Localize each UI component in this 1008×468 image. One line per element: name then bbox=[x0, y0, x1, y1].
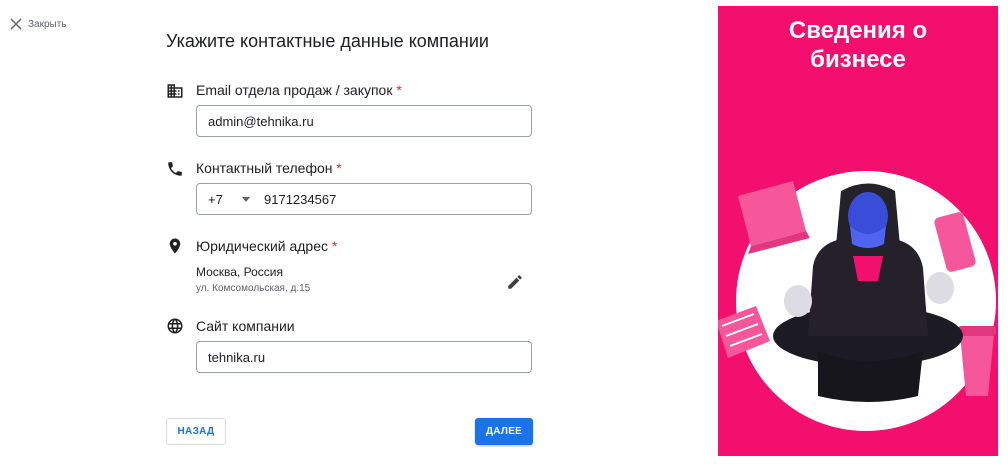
location-pin-icon bbox=[169, 238, 181, 254]
close-icon bbox=[10, 18, 22, 30]
promo-title-line2: бизнесе bbox=[810, 46, 906, 73]
page-title: Укажите контактные данные компании bbox=[166, 31, 489, 51]
close-label: Закрыть bbox=[28, 18, 67, 30]
email-value: admin@tehnika.ru bbox=[208, 113, 314, 129]
next-button[interactable]: ДАЛЕЕ bbox=[475, 418, 533, 445]
promo-panel: Сведения о бизнесе bbox=[718, 6, 998, 456]
phone-input[interactable]: 9171234567 bbox=[264, 192, 336, 207]
pencil-icon[interactable] bbox=[506, 273, 524, 291]
address-street: ул. Комсомольская, д.15 bbox=[196, 283, 311, 294]
website-field[interactable]: tehnika.ru bbox=[196, 341, 532, 373]
email-label: Email отдела продаж / закупок * bbox=[196, 82, 402, 98]
phone-label: Контактный телефон * bbox=[196, 160, 342, 176]
website-label: Сайт компании bbox=[196, 318, 295, 334]
address-label: Юридический адрес * bbox=[196, 238, 337, 254]
country-code-select[interactable]: +7 bbox=[208, 192, 242, 207]
email-field[interactable]: admin@tehnika.ru bbox=[196, 105, 532, 137]
promo-title: Сведения о бизнесе bbox=[718, 16, 998, 74]
close-button[interactable]: Закрыть bbox=[10, 18, 67, 30]
required-mark: * bbox=[396, 82, 402, 98]
phone-icon bbox=[168, 162, 182, 176]
promo-title-line1: Сведения о bbox=[788, 17, 928, 44]
address-city: Москва, Россия bbox=[196, 265, 283, 279]
globe-icon bbox=[167, 318, 183, 334]
dropdown-arrow-icon[interactable] bbox=[242, 196, 250, 202]
address-label-text: Юридический адрес bbox=[196, 238, 329, 254]
website-value: tehnika.ru bbox=[208, 349, 266, 365]
email-label-text: Email отдела продаж / закупок bbox=[196, 82, 393, 98]
back-button[interactable]: НАЗАД bbox=[166, 418, 226, 445]
building-icon bbox=[167, 84, 183, 98]
required-mark: * bbox=[331, 238, 338, 254]
phone-field: +7 9171234567 bbox=[196, 183, 532, 215]
phone-label-text: Контактный телефон bbox=[196, 160, 333, 176]
required-mark: * bbox=[336, 160, 342, 176]
